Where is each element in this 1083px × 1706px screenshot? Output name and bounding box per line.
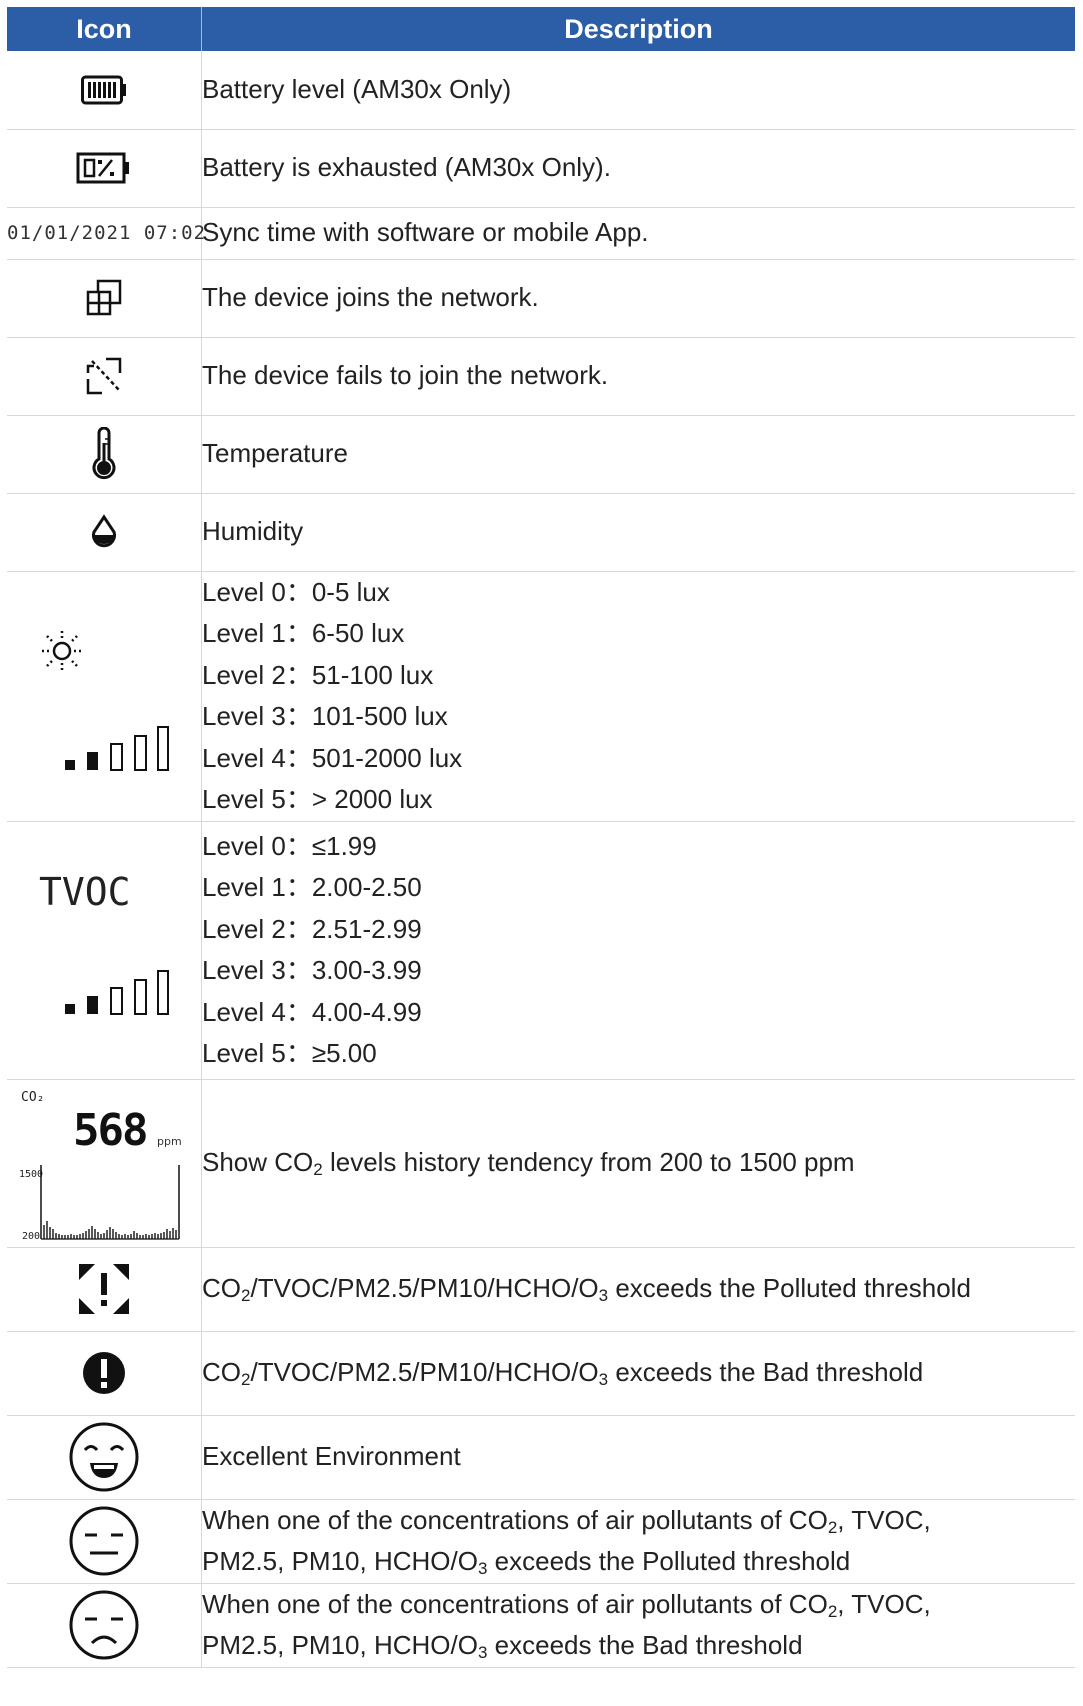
level-item: Level 1：6-50 lux bbox=[202, 618, 405, 648]
icon-cell: CO₂ 568 ppm 1500 200 bbox=[7, 1079, 202, 1248]
level-item: Level 0：0-5 lux bbox=[202, 576, 390, 607]
row-description: The device joins the network. bbox=[201, 259, 1075, 338]
table-row: The device fails to join the network. bbox=[7, 337, 1075, 416]
level-item: Level 5：> 2000 lux bbox=[202, 784, 433, 814]
icon-cell bbox=[7, 571, 202, 822]
sad-face-icon bbox=[69, 1590, 139, 1660]
table-row: CO2/TVOC/PM2.5/PM10/HCHO/O3 exceeds the … bbox=[7, 1247, 1075, 1332]
row-description: Battery is exhausted (AM30x Only). bbox=[201, 129, 1075, 208]
level-item: Level 1：2.00-2.50 bbox=[202, 872, 422, 902]
co2-unit: ppm bbox=[157, 1135, 182, 1148]
table-header: Icon Description bbox=[7, 7, 1075, 51]
row-description: Battery level (AM30x Only) bbox=[201, 51, 1075, 130]
icon-cell bbox=[7, 493, 202, 572]
level-item: Level 3：101-500 lux bbox=[202, 701, 448, 731]
table-row: CO2/TVOC/PM2.5/PM10/HCHO/O3 exceeds the … bbox=[7, 1331, 1075, 1416]
row-description: CO2/TVOC/PM2.5/PM10/HCHO/O3 exceeds the … bbox=[201, 1247, 1075, 1332]
neutral-face-icon bbox=[69, 1506, 139, 1576]
icon-description-table: Icon Description Battery level (AM30x On… bbox=[7, 7, 1075, 1668]
co2-history-display: CO₂ 568 ppm 1500 200 bbox=[19, 1090, 182, 1242]
thermometer-icon bbox=[92, 427, 116, 480]
icon-cell bbox=[7, 129, 202, 208]
header-description: Description bbox=[201, 7, 1075, 51]
row-description: Show CO2 levels history tendency from 20… bbox=[201, 1079, 1075, 1248]
row-description: The device fails to join the network. bbox=[201, 337, 1075, 416]
level-item: Level 0：≤1.99 bbox=[202, 830, 377, 861]
co2-history-bars bbox=[43, 1221, 177, 1239]
header-icon: Icon bbox=[7, 7, 202, 51]
level-item: Level 4：501-2000 lux bbox=[202, 742, 463, 773]
level-item: Level 5：≥5.00 bbox=[202, 1038, 377, 1068]
table-row: 01/01/2021 07:02 Sync time with software… bbox=[7, 207, 1075, 260]
light-level-list: Level 0：0-5 lux Level 1：6-50 lux Level 2… bbox=[201, 571, 1075, 822]
droplet-icon bbox=[92, 514, 116, 548]
table-row: Level 0：0-5 lux Level 1：6-50 lux Level 2… bbox=[7, 571, 1075, 822]
icon-cell bbox=[7, 259, 202, 338]
row-description: Sync time with software or mobile App. bbox=[201, 207, 1075, 260]
icon-cell bbox=[7, 1583, 202, 1668]
table-row: Excellent Environment bbox=[7, 1415, 1075, 1500]
co2-axis-max: 1500 bbox=[19, 1169, 43, 1180]
sun-icon bbox=[42, 631, 82, 671]
icon-cell bbox=[7, 1415, 202, 1500]
signal-level-bars-icon bbox=[65, 726, 169, 771]
co2-value: 568 bbox=[73, 1105, 146, 1156]
table-row: When one of the concentrations of air po… bbox=[7, 1583, 1075, 1668]
table-row: TVOC Level 0：≤1.99 Level 1：2.00-2.50 Lev… bbox=[7, 821, 1075, 1080]
sync-datetime-display: 01/01/2021 07:02 bbox=[7, 222, 207, 244]
network-fail-icon bbox=[86, 357, 122, 395]
level-item: Level 3：3.00-3.99 bbox=[202, 955, 422, 985]
icon-cell: TVOC bbox=[7, 821, 202, 1080]
polluted-warning-icon bbox=[79, 1264, 129, 1314]
row-description: CO2/TVOC/PM2.5/PM10/HCHO/O3 exceeds the … bbox=[201, 1331, 1075, 1416]
signal-level-bars-icon bbox=[65, 970, 169, 1015]
clipped-title-fragment bbox=[210, 0, 250, 4]
table-row: Humidity bbox=[7, 493, 1075, 572]
row-description: When one of the concentrations of air po… bbox=[201, 1583, 1075, 1668]
battery-empty-icon bbox=[76, 152, 129, 184]
table-row: When one of the concentrations of air po… bbox=[7, 1499, 1075, 1584]
table-row: Battery level (AM30x Only) bbox=[7, 51, 1075, 130]
icon-cell bbox=[7, 1331, 202, 1416]
bad-alert-icon bbox=[83, 1352, 125, 1394]
level-item: Level 2：2.51-2.99 bbox=[202, 913, 422, 944]
row-description: Excellent Environment bbox=[201, 1415, 1075, 1500]
smiling-face-icon bbox=[69, 1422, 139, 1492]
level-item: Level 4：4.00-4.99 bbox=[202, 996, 422, 1027]
battery-full-icon bbox=[81, 75, 126, 105]
table-row: CO₂ 568 ppm 1500 200 Show CO2 levels his… bbox=[7, 1079, 1075, 1248]
icon-cell bbox=[7, 1499, 202, 1584]
table-row: Battery is exhausted (AM30x Only). bbox=[7, 129, 1075, 208]
co2-label: CO₂ bbox=[21, 1090, 44, 1105]
network-join-icon bbox=[86, 279, 122, 316]
icon-cell bbox=[7, 415, 202, 494]
table-row: Temperature bbox=[7, 415, 1075, 494]
tvoc-label-display: TVOC bbox=[39, 870, 131, 914]
row-description: Temperature bbox=[201, 415, 1075, 494]
icon-cell bbox=[7, 51, 202, 130]
level-item: Level 2：51-100 lux bbox=[202, 659, 434, 690]
icon-cell bbox=[7, 1247, 202, 1332]
icon-cell: 01/01/2021 07:02 bbox=[7, 207, 205, 260]
icon-cell bbox=[7, 337, 202, 416]
tvoc-level-list: Level 0：≤1.99 Level 1：2.00-2.50 Level 2：… bbox=[201, 821, 1075, 1080]
co2-axis-min: 200 bbox=[22, 1231, 40, 1242]
row-description: Humidity bbox=[201, 493, 1075, 572]
row-description: When one of the concentrations of air po… bbox=[201, 1499, 1075, 1584]
table-row: The device joins the network. bbox=[7, 259, 1075, 338]
